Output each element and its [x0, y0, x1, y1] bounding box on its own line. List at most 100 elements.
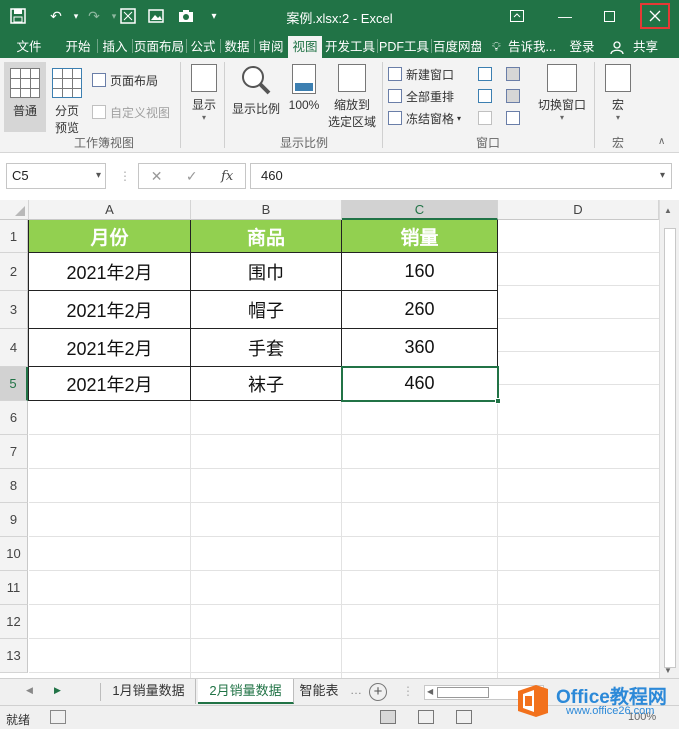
tab-insert[interactable]: 插入: [100, 36, 130, 58]
tab-review[interactable]: 审阅: [256, 36, 286, 58]
expand-formula-icon[interactable]: ▾: [660, 164, 665, 188]
table-cell[interactable]: 2021年2月: [29, 291, 191, 329]
normal-view-status-icon[interactable]: [380, 710, 396, 724]
view-side-by-side-icon[interactable]: [506, 67, 520, 81]
tab-home[interactable]: 开始: [62, 36, 94, 58]
macros-button[interactable]: 宏 ▾: [600, 64, 636, 122]
column-d-cells[interactable]: [498, 220, 659, 401]
table-cell[interactable]: 360: [342, 329, 498, 367]
more-sheets-icon[interactable]: …: [350, 683, 362, 697]
custom-views-button[interactable]: 自定义视图: [92, 102, 170, 122]
scroll-down-icon[interactable]: ▼: [664, 666, 672, 675]
column-header-c[interactable]: C: [342, 200, 498, 220]
normal-view-button[interactable]: 普通: [4, 62, 46, 132]
scroll-left-icon[interactable]: ◀: [427, 687, 433, 696]
column-header-b[interactable]: B: [191, 200, 342, 220]
row-header-6[interactable]: 6: [0, 401, 28, 435]
cancel-icon[interactable]: ✕: [151, 168, 163, 185]
name-box-dropdown-icon[interactable]: ▾: [96, 164, 101, 188]
tab-file[interactable]: 文件: [8, 36, 50, 58]
page-break-status-icon[interactable]: [456, 710, 472, 724]
reset-window-position-icon[interactable]: [506, 111, 520, 125]
arrange-all-button[interactable]: 全部重排: [388, 86, 454, 106]
show-button[interactable]: 显示 ▾: [186, 64, 222, 122]
table-cell[interactable]: 2021年2月: [29, 329, 191, 367]
tab-pdf-tools[interactable]: PDF工具: [379, 36, 429, 58]
table-header-product[interactable]: 商品: [191, 220, 342, 253]
zoom-to-selection-button[interactable]: 缩放到 选定区域: [326, 64, 378, 130]
new-window-button[interactable]: 新建窗口: [388, 64, 454, 84]
collapse-ribbon-icon[interactable]: ∧: [658, 136, 665, 147]
horizontal-scroll-thumb[interactable]: [437, 687, 489, 698]
hide-icon[interactable]: [478, 89, 492, 103]
table-cell[interactable]: 手套: [191, 329, 342, 367]
tab-baidu-netdisk[interactable]: 百度网盘: [433, 36, 481, 58]
insert-function-icon[interactable]: fx: [221, 169, 233, 184]
switch-windows-button[interactable]: 切换窗口 ▾: [534, 64, 590, 122]
page-break-preview-button[interactable]: 分页 预览: [50, 68, 84, 136]
select-all-corner[interactable]: [0, 200, 29, 220]
tab-splitter-icon[interactable]: ⋮: [402, 684, 414, 698]
table-cell[interactable]: 2021年2月: [29, 367, 191, 401]
row-header-3[interactable]: 3: [0, 291, 28, 329]
page-layout-view-button[interactable]: 页面布局: [92, 70, 158, 90]
tab-formulas[interactable]: 公式: [188, 36, 218, 58]
freeze-panes-button[interactable]: 冻结窗格 ▾: [388, 108, 461, 128]
column-header-d[interactable]: D: [498, 200, 659, 220]
table-cell[interactable]: 帽子: [191, 291, 342, 329]
page-layout-status-icon[interactable]: [418, 710, 434, 724]
fill-handle[interactable]: [495, 398, 501, 404]
formula-bar-grip-icon[interactable]: ⋮: [119, 169, 131, 183]
row-header-4[interactable]: 4: [0, 329, 28, 367]
tab-page-layout[interactable]: 页面布局: [134, 36, 184, 58]
tab-developer[interactable]: 开发工具: [325, 36, 375, 58]
row-header-9[interactable]: 9: [0, 503, 28, 537]
row-header-8[interactable]: 8: [0, 469, 28, 503]
tell-me-search[interactable]: 💡︎ 告诉我...: [490, 36, 560, 58]
table-cell[interactable]: 260: [342, 291, 498, 329]
row-header-12[interactable]: 12: [0, 605, 28, 639]
name-box[interactable]: C5 ▾: [6, 163, 106, 189]
close-button[interactable]: [640, 3, 670, 29]
table-header-sales[interactable]: 销量: [342, 220, 498, 253]
vertical-scrollbar[interactable]: ▲ ▼: [659, 200, 679, 678]
zoom-button[interactable]: 显示比例: [230, 64, 282, 117]
split-icon[interactable]: [478, 67, 492, 81]
unhide-icon[interactable]: [478, 111, 492, 125]
minimize-button[interactable]: —: [550, 4, 580, 28]
row-header-11[interactable]: 11: [0, 571, 28, 605]
table-cell[interactable]: 袜子: [191, 367, 342, 401]
enter-icon[interactable]: ✓: [186, 168, 198, 185]
maximize-button[interactable]: [594, 4, 624, 28]
sign-in-link[interactable]: 登录: [566, 36, 598, 58]
add-sheet-icon[interactable]: +: [369, 683, 387, 701]
table-header-month[interactable]: 月份: [29, 220, 191, 253]
worksheet-grid[interactable]: A B C D 1 2 3 4 5 6 7 8 9 10 11 12 13 月份…: [0, 200, 679, 678]
scroll-up-icon[interactable]: ▲: [664, 206, 672, 215]
ribbon-display-icon[interactable]: [502, 4, 532, 28]
row-header-1[interactable]: 1: [0, 220, 28, 253]
table-cell[interactable]: 2021年2月: [29, 253, 191, 291]
vertical-scroll-thumb[interactable]: [664, 228, 676, 668]
sheet-tab-jan[interactable]: 1月销量数据: [102, 679, 196, 704]
table-cell[interactable]: 围巾: [191, 253, 342, 291]
prev-sheet-icon[interactable]: ◀: [26, 685, 33, 696]
empty-cells-area[interactable]: [29, 401, 659, 678]
macro-record-icon[interactable]: [50, 710, 66, 724]
row-header-7[interactable]: 7: [0, 435, 28, 469]
row-header-5[interactable]: 5: [0, 367, 28, 401]
next-sheet-icon[interactable]: ▶: [54, 685, 61, 696]
share-button[interactable]: 共享: [606, 36, 662, 58]
tab-data[interactable]: 数据: [222, 36, 252, 58]
table-cell-selected[interactable]: 460: [342, 367, 498, 401]
column-header-a[interactable]: A: [29, 200, 191, 220]
sheet-tab-feb[interactable]: 2月销量数据: [198, 679, 294, 704]
zoom-100-button[interactable]: 100%: [286, 64, 322, 112]
tab-view[interactable]: 视图: [288, 36, 322, 58]
synchronous-scrolling-icon[interactable]: [506, 89, 520, 103]
row-header-13[interactable]: 13: [0, 639, 28, 673]
table-cell[interactable]: 160: [342, 253, 498, 291]
row-header-2[interactable]: 2: [0, 253, 28, 291]
formula-input[interactable]: 460 ▾: [250, 163, 672, 189]
sheet-tab-smart-table[interactable]: 智能表: [296, 679, 342, 704]
